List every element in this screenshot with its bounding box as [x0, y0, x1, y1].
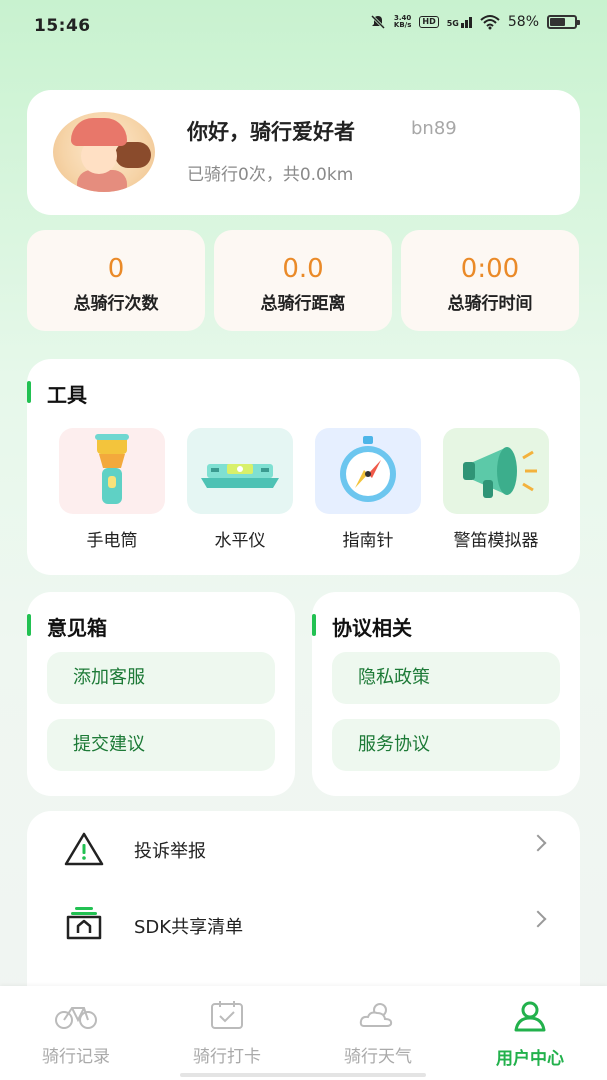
- hd-badge: HD: [419, 16, 439, 28]
- compass-icon: [315, 428, 421, 514]
- tool-label: 指南针: [342, 531, 394, 551]
- status-bar: 15:46 3.40 KB/s HD 5G 58%: [0, 0, 607, 52]
- section-title-tools: 工具: [27, 379, 87, 408]
- tab-label: 骑行记录: [42, 1047, 110, 1067]
- tab-label: 骑行天气: [344, 1047, 412, 1067]
- bike-icon: [55, 1007, 97, 1029]
- service-agreement-button[interactable]: 服务协议: [332, 719, 560, 771]
- tab-label: 骑行打卡: [193, 1047, 261, 1067]
- megaphone-icon: [443, 428, 549, 514]
- avatar[interactable]: [53, 112, 155, 192]
- tool-flashlight[interactable]: 手电筒: [59, 428, 165, 551]
- tool-compass[interactable]: 指南针: [315, 428, 421, 551]
- network-type: 5G: [446, 18, 459, 28]
- stat-label: 总骑行时间: [447, 294, 533, 314]
- menu-list: 投诉举报 SDK共享清单: [27, 811, 580, 1011]
- menu-label: SDK共享清单: [134, 917, 244, 938]
- greeting: 你好，骑行爱好者: [187, 120, 355, 144]
- ride-summary: 已骑行0次，共0.0km: [187, 165, 354, 185]
- menu-item-complaint[interactable]: 投诉举报: [27, 813, 580, 883]
- submit-suggestion-button[interactable]: 提交建议: [47, 719, 275, 771]
- battery-icon: [547, 15, 580, 29]
- net-speed: 3.40 KB/s: [394, 15, 411, 29]
- wifi-icon: [480, 15, 500, 30]
- stat-value: 0.0: [282, 254, 324, 284]
- mute-bell-icon: [370, 14, 385, 30]
- signal-icon: 5G: [446, 16, 472, 28]
- stat-label: 总骑行次数: [73, 294, 159, 314]
- battery-percent: 58%: [507, 14, 539, 30]
- tool-label: 警笛模拟器: [453, 531, 539, 551]
- section-title-agreements: 协议相关: [312, 612, 412, 641]
- privacy-policy-button[interactable]: 隐私政策: [332, 652, 560, 704]
- stat-total-time: 0:00 总骑行时间: [401, 230, 579, 331]
- chevron-right-icon: [529, 834, 547, 852]
- menu-label: 投诉举报: [134, 841, 206, 862]
- username: bn89: [411, 118, 457, 139]
- flashlight-icon: [59, 428, 165, 514]
- stat-total-distance: 0.0 总骑行距离: [214, 230, 392, 331]
- level-icon: [187, 428, 293, 514]
- tab-label: 用户中心: [496, 1049, 564, 1069]
- tool-label: 水平仪: [214, 531, 266, 551]
- feedback-card: 意见箱 添加客服 提交建议: [27, 592, 295, 796]
- calendar-check-icon: [211, 1001, 243, 1029]
- bottom-nav: 骑行记录 骑行打卡 骑行天气 用户中心: [0, 986, 607, 1080]
- tools-card: 工具 手电筒 水平仪 指南针 警笛模拟器: [27, 359, 580, 575]
- tab-ride-weather[interactable]: 骑行天气: [318, 1000, 438, 1067]
- home-indicator: [180, 1073, 426, 1077]
- section-title-feedback: 意见箱: [27, 612, 107, 641]
- status-time: 15:46: [34, 16, 91, 36]
- menu-item-sdk-list[interactable]: SDK共享清单: [27, 889, 580, 959]
- status-icons: 3.40 KB/s HD 5G 58%: [370, 14, 580, 30]
- weather-icon: [359, 1003, 393, 1027]
- warning-icon: [64, 832, 104, 866]
- share-list-icon: [66, 907, 102, 940]
- net-speed-unit: KB/s: [393, 21, 412, 29]
- tool-siren-simulator[interactable]: 警笛模拟器: [443, 428, 549, 551]
- tab-user-center[interactable]: 用户中心: [470, 1000, 590, 1069]
- add-customer-service-button[interactable]: 添加客服: [47, 652, 275, 704]
- stat-value: 0:00: [460, 254, 520, 284]
- profile-card[interactable]: 你好，骑行爱好者 bn89 已骑行0次，共0.0km: [27, 90, 580, 215]
- tool-label: 手电筒: [86, 531, 138, 551]
- tool-level[interactable]: 水平仪: [187, 428, 293, 551]
- user-icon: [514, 1001, 546, 1032]
- tab-ride-checkin[interactable]: 骑行打卡: [167, 1000, 287, 1067]
- chevron-right-icon: [529, 910, 547, 928]
- stat-label: 总骑行距离: [260, 294, 346, 314]
- tab-ride-records[interactable]: 骑行记录: [16, 1000, 136, 1067]
- stat-total-rides: 0 总骑行次数: [27, 230, 205, 331]
- agreements-card: 协议相关 隐私政策 服务协议: [312, 592, 580, 796]
- stat-value: 0: [107, 254, 125, 284]
